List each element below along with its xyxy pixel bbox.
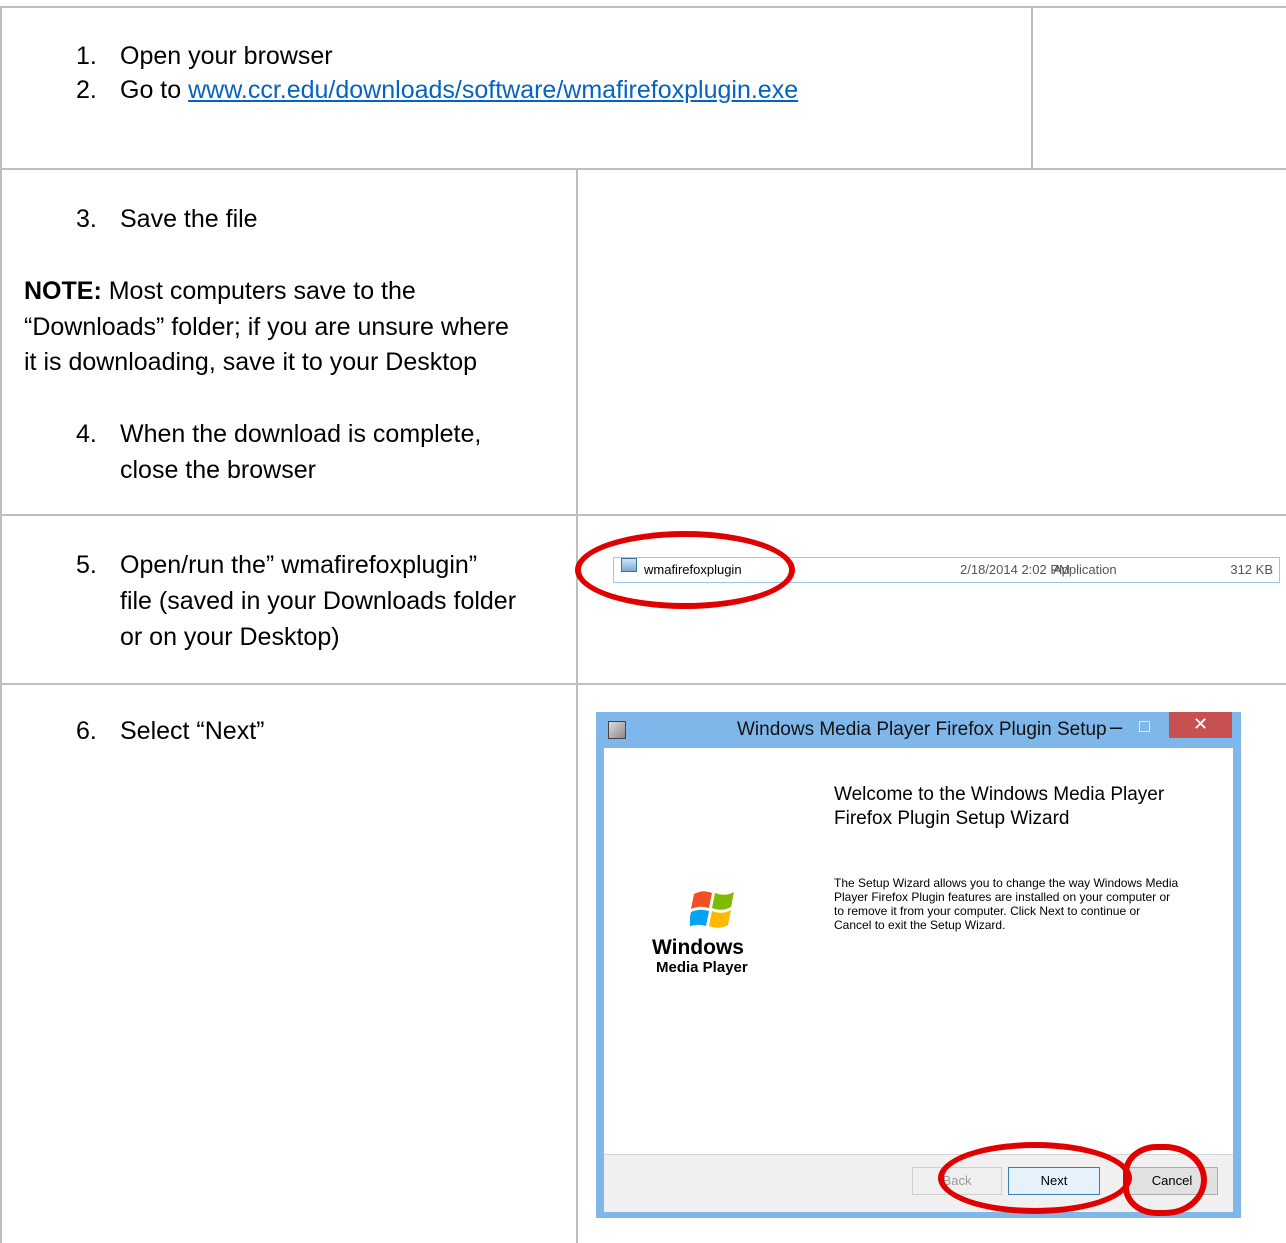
dialog-description: The Setup Wizard allows you to change th…: [834, 876, 1178, 932]
step5-line3: or on your Desktop): [120, 623, 340, 651]
logo-media-player: Media Player: [656, 959, 748, 976]
windows-media-player-logo: Windows Media Player: [650, 888, 770, 988]
row-divider-3: [0, 683, 1286, 685]
setup-dialog: Windows Media Player Firefox Plugin Setu…: [596, 712, 1241, 1218]
dialog-body: Windows Media Player Welcome to the Wind…: [604, 748, 1233, 1154]
step4-line1: When the download is complete,: [120, 420, 482, 448]
step4-line2: close the browser: [120, 456, 316, 484]
step5-line1: Open/run the” wmafirefoxplugin”: [120, 551, 478, 579]
download-link[interactable]: www.ccr.edu/downloads/software/wmafirefo…: [188, 76, 798, 104]
instruction-document: 1. Open your browser 2. Go to www.ccr.ed…: [0, 0, 1286, 1243]
description-line4: Cancel to exit the Setup Wizard.: [834, 918, 1006, 932]
dialog-heading-line2: Firefox Plugin Setup Wizard: [834, 808, 1070, 829]
step5-number: 5.: [76, 551, 97, 579]
note-line1-text: Most computers save to the: [101, 277, 416, 305]
step1-number: 1.: [76, 42, 97, 70]
minimize-button[interactable]: –: [1110, 709, 1122, 745]
maximize-button[interactable]: □: [1139, 708, 1150, 744]
setup-icon: [608, 721, 626, 739]
highlight-oval-next: [938, 1142, 1132, 1214]
table-border-left: [0, 6, 2, 1243]
highlight-oval-cancel: [1123, 1144, 1207, 1216]
step6-text: Select “Next”: [120, 717, 265, 745]
file-size: 312 KB: [1230, 562, 1273, 577]
step2-prefix: Go to: [120, 76, 189, 104]
step2-text: Go to www.ccr.edu/downloads/software/wma…: [120, 72, 798, 108]
step1-text: Open your browser: [120, 42, 333, 70]
row-divider-1: [0, 168, 1286, 170]
note-label: NOTE:: [24, 277, 102, 305]
step4-number: 4.: [76, 420, 97, 448]
step3-text: Save the file: [120, 205, 258, 233]
step5-line2: file (saved in your Downloads folder: [120, 587, 517, 615]
windows-flag-icon: [690, 891, 734, 928]
column-divider-row1: [1031, 6, 1033, 169]
table-border-top: [0, 6, 1286, 8]
logo-windows: Windows: [652, 936, 744, 959]
note-line3: it is downloading, save it to your Deskt…: [24, 348, 478, 376]
note-line2: “Downloads” folder; if you are unsure wh…: [24, 313, 509, 341]
row-divider-2: [0, 514, 1286, 516]
column-divider: [576, 168, 578, 1243]
step6-number: 6.: [76, 717, 97, 745]
highlight-oval-file: [575, 531, 795, 609]
note-line1: NOTE: Most computers save to the: [24, 273, 416, 309]
description-line2: Player Firefox Plugin features are insta…: [834, 890, 1171, 904]
description-line3: to remove it from your computer. Click N…: [834, 904, 1141, 918]
step2-number: 2.: [76, 76, 97, 104]
description-line1: The Setup Wizard allows you to change th…: [834, 876, 1179, 890]
dialog-heading-line1: Welcome to the Windows Media Player: [834, 784, 1165, 805]
dialog-title: Windows Media Player Firefox Plugin Setu…: [737, 719, 1107, 740]
close-button[interactable]: ✕: [1169, 712, 1232, 738]
step3-number: 3.: [76, 205, 97, 233]
dialog-title-bar: Windows Media Player Firefox Plugin Setu…: [596, 712, 1241, 748]
file-type: Application: [1053, 562, 1117, 577]
